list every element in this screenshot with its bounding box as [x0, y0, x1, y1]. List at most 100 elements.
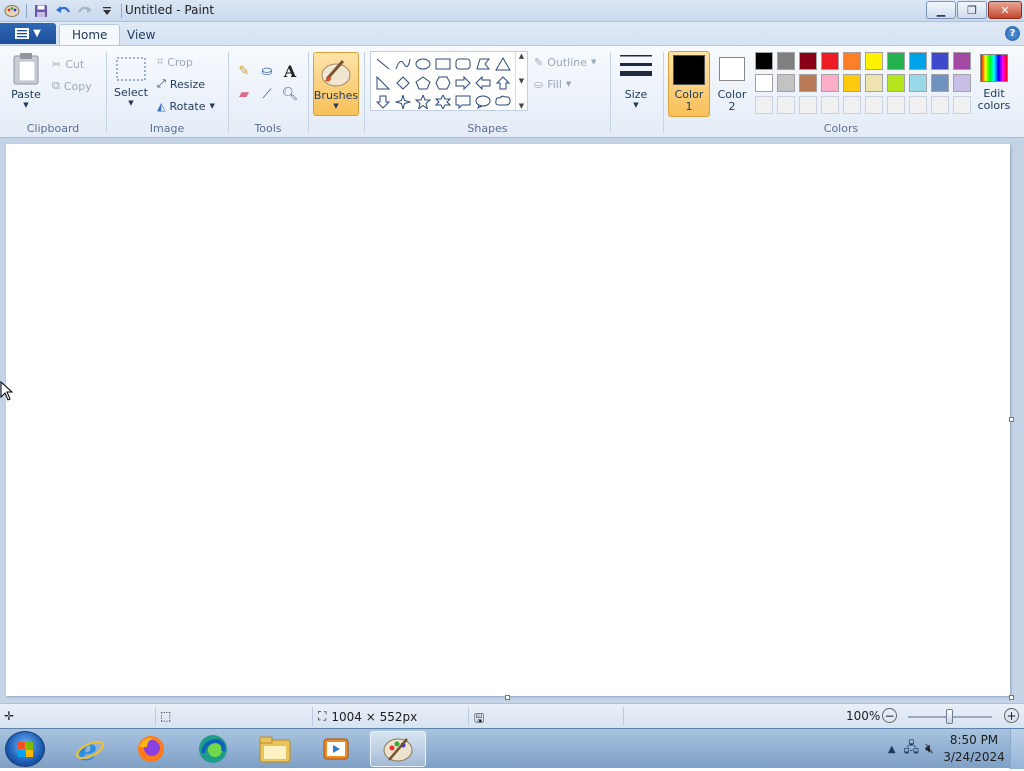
minimize-button[interactable]: ▁: [926, 1, 956, 19]
star-four-shape-icon[interactable]: [393, 92, 413, 111]
show-hidden-icons-icon[interactable]: ▲: [888, 744, 896, 755]
copy-button[interactable]: ⧉ Copy: [52, 76, 92, 96]
show-desktop-button[interactable]: [1010, 729, 1024, 769]
color-swatch[interactable]: [887, 96, 905, 114]
color-swatch[interactable]: [953, 74, 971, 92]
color-swatch[interactable]: [909, 96, 927, 114]
scroll-down-icon[interactable]: ▼: [519, 77, 524, 85]
fill-bucket-icon[interactable]: ⛀: [256, 60, 278, 82]
arrow-up-shape-icon[interactable]: [493, 73, 513, 92]
edit-colors-button[interactable]: Edit colors: [976, 54, 1012, 112]
redo-icon[interactable]: [75, 2, 95, 20]
color-swatch[interactable]: [843, 96, 861, 114]
color-swatch[interactable]: [843, 74, 861, 92]
taskbar-firefox[interactable]: [123, 731, 179, 767]
color-swatch[interactable]: [931, 96, 949, 114]
rotate-button[interactable]: ◭ Rotate ▼: [157, 96, 215, 116]
rectangle-shape-icon[interactable]: [433, 54, 453, 73]
color-swatch[interactable]: [799, 74, 817, 92]
color-swatch[interactable]: [821, 74, 839, 92]
size-button[interactable]: Size ▼: [616, 52, 656, 109]
zoom-slider-thumb[interactable]: [946, 709, 953, 724]
text-icon[interactable]: A: [279, 60, 301, 82]
right-triangle-shape-icon[interactable]: [373, 73, 393, 92]
paint-app-icon[interactable]: [2, 2, 22, 20]
color-swatch[interactable]: [755, 96, 773, 114]
color-swatch[interactable]: [953, 52, 971, 70]
color-swatch[interactable]: [865, 52, 883, 70]
customize-toolbar-icon[interactable]: [97, 2, 117, 20]
callout-oval-shape-icon[interactable]: [473, 92, 493, 111]
color-swatch[interactable]: [821, 52, 839, 70]
color-swatch[interactable]: [777, 74, 795, 92]
oval-shape-icon[interactable]: [413, 54, 433, 73]
arrow-down-shape-icon[interactable]: [373, 92, 393, 111]
resize-handle-right[interactable]: [1009, 417, 1014, 422]
polygon-shape-icon[interactable]: [473, 54, 493, 73]
resize-handle-corner[interactable]: [1009, 695, 1014, 700]
rounded-rectangle-shape-icon[interactable]: [453, 54, 473, 73]
color-swatch[interactable]: [799, 96, 817, 114]
save-icon[interactable]: [31, 2, 51, 20]
color-swatch[interactable]: [777, 96, 795, 114]
resize-handle-bottom[interactable]: [505, 695, 510, 700]
triangle-shape-icon[interactable]: [493, 54, 513, 73]
start-button[interactable]: [5, 731, 45, 767]
pencil-icon[interactable]: ✎: [233, 60, 255, 82]
color-swatch[interactable]: [887, 74, 905, 92]
curve-shape-icon[interactable]: [393, 54, 413, 73]
color-swatch[interactable]: [953, 96, 971, 114]
help-icon[interactable]: ?: [1005, 26, 1020, 41]
volume-muted-icon[interactable]: 🔇︎: [925, 741, 934, 757]
color-swatch[interactable]: [909, 52, 927, 70]
color-swatch[interactable]: [887, 52, 905, 70]
arrow-right-shape-icon[interactable]: [453, 73, 473, 92]
shapes-scrollbar[interactable]: ▲ ▼ ▼: [515, 52, 527, 110]
arrow-left-shape-icon[interactable]: [473, 73, 493, 92]
color-swatch[interactable]: [821, 96, 839, 114]
callout-rect-shape-icon[interactable]: [453, 92, 473, 111]
taskbar-paint[interactable]: [370, 731, 426, 767]
crop-button[interactable]: ⌗ Crop: [157, 52, 193, 72]
restore-button[interactable]: ❐: [957, 1, 987, 19]
cut-button[interactable]: ✂ Cut: [52, 54, 84, 74]
resize-button[interactable]: ⤢ Resize: [157, 74, 205, 94]
brushes-button[interactable]: Brushes ▼: [313, 52, 359, 116]
color1-button[interactable]: Color 1: [668, 51, 710, 117]
color2-button[interactable]: Color 2: [713, 54, 751, 113]
taskbar-internet-explorer[interactable]: e: [62, 731, 118, 767]
zoom-out-button[interactable]: −: [882, 708, 897, 723]
tab-view[interactable]: View: [115, 24, 167, 45]
select-button[interactable]: Select ▼: [113, 56, 149, 107]
hexagon-shape-icon[interactable]: [433, 73, 453, 92]
callout-cloud-shape-icon[interactable]: [493, 92, 513, 111]
expand-gallery-icon[interactable]: ▼: [519, 102, 524, 110]
taskbar-file-explorer[interactable]: [247, 731, 303, 767]
fill-button[interactable]: ⛀ Fill ▼: [534, 74, 571, 94]
paste-button[interactable]: Paste ▼: [6, 52, 46, 109]
outline-button[interactable]: ✎ Outline ▼: [534, 52, 596, 72]
color-swatch[interactable]: [799, 52, 817, 70]
taskbar-media-player[interactable]: [308, 731, 364, 767]
diamond-shape-icon[interactable]: [393, 73, 413, 92]
star-six-shape-icon[interactable]: [433, 92, 453, 111]
color-swatch[interactable]: [843, 52, 861, 70]
color-swatch[interactable]: [865, 96, 883, 114]
color-swatch[interactable]: [755, 52, 773, 70]
color-swatch[interactable]: [777, 52, 795, 70]
color-swatch[interactable]: [755, 74, 773, 92]
taskbar-edge[interactable]: [185, 731, 241, 767]
paint-menu-button[interactable]: ▼: [0, 23, 56, 44]
eraser-icon[interactable]: ▰: [233, 83, 255, 105]
color-picker-icon[interactable]: ⟋: [256, 83, 278, 105]
network-icon[interactable]: 🖧: [904, 737, 920, 761]
color-swatch[interactable]: [931, 74, 949, 92]
tab-home[interactable]: Home: [59, 24, 121, 45]
color-swatch[interactable]: [931, 52, 949, 70]
color-swatch[interactable]: [909, 74, 927, 92]
line-shape-icon[interactable]: [373, 54, 393, 73]
clock[interactable]: 8:50 PM 3/24/2024: [938, 732, 1010, 766]
star-five-shape-icon[interactable]: [413, 92, 433, 111]
pentagon-shape-icon[interactable]: [413, 73, 433, 92]
zoom-in-button[interactable]: +: [1004, 708, 1019, 723]
